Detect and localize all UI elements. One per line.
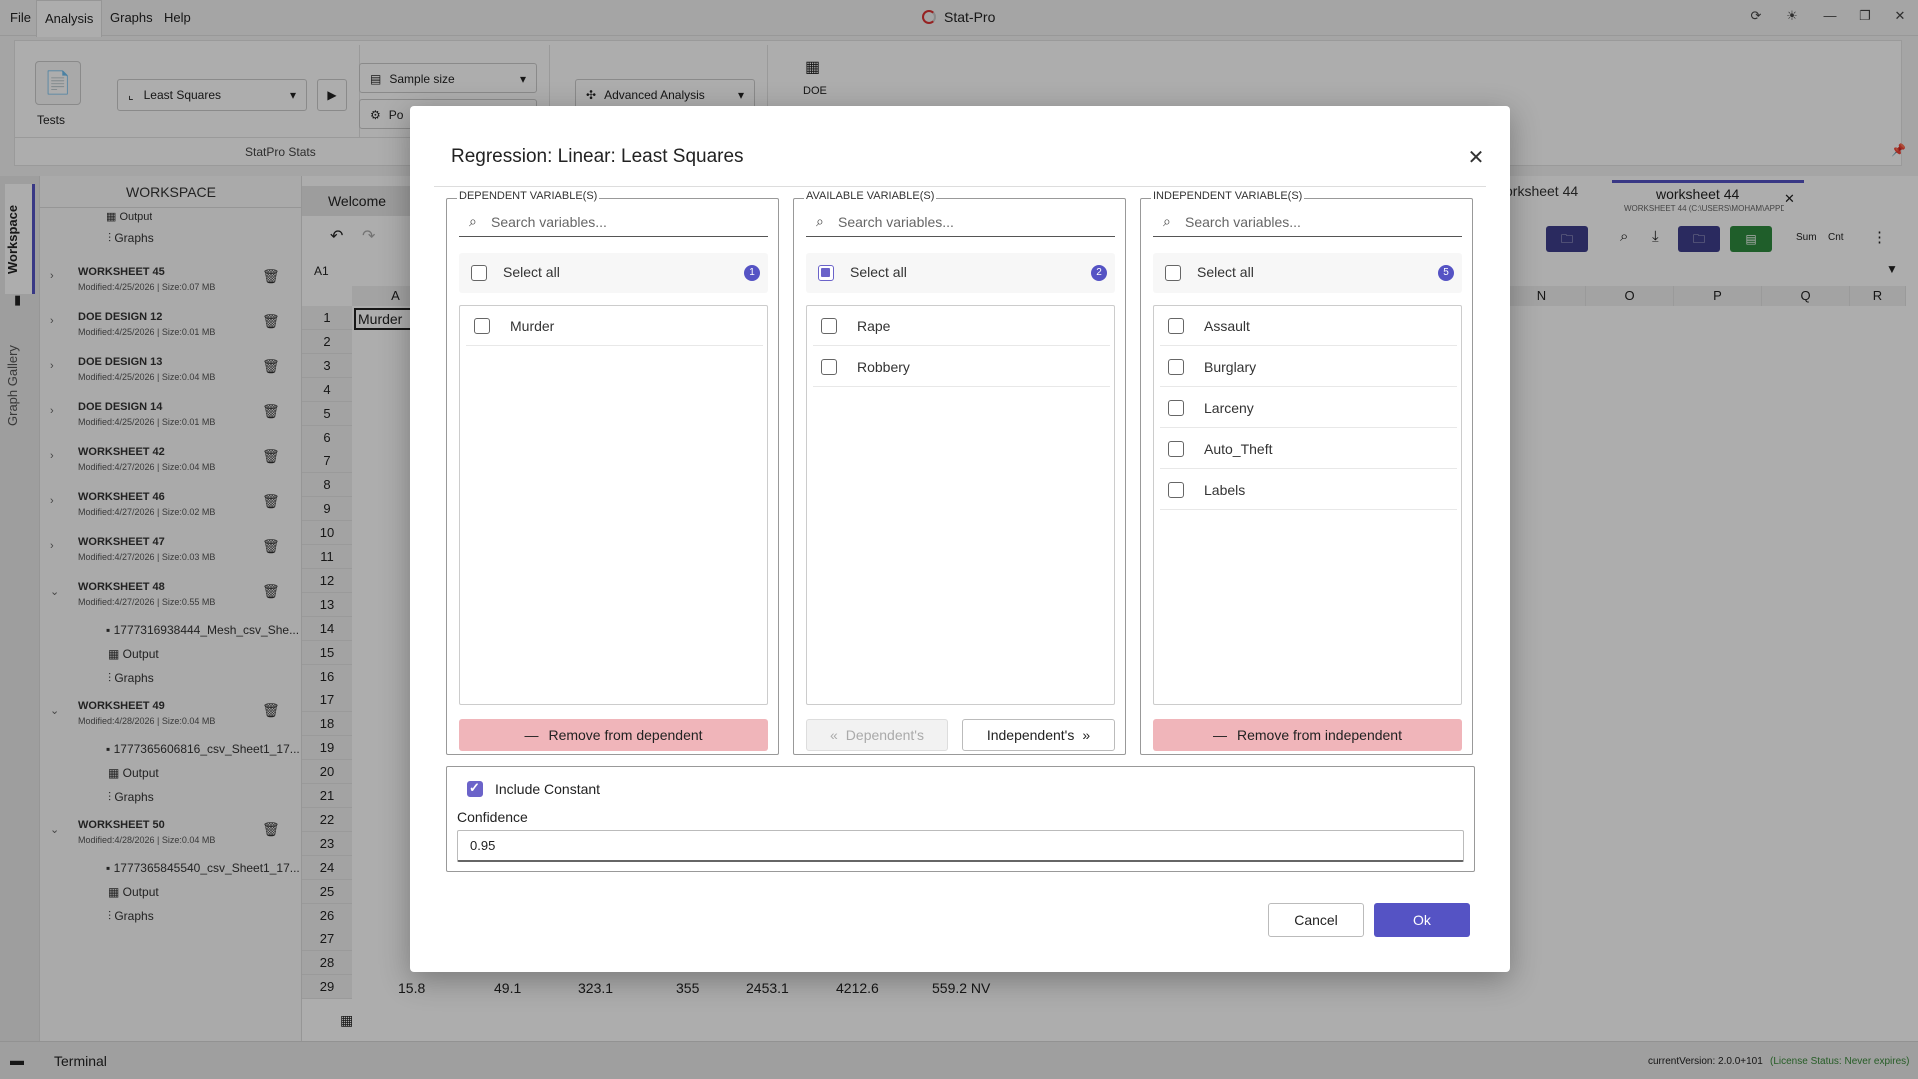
search-icon: ⌕ [469, 213, 477, 229]
close-icon[interactable]: ✕ [1464, 146, 1488, 170]
dependent-select-all-row[interactable]: Select all 1 [459, 253, 768, 293]
available-select-all-checkbox[interactable] [818, 265, 834, 281]
independent-legend: INDEPENDENT VARIABLE(S) [1151, 190, 1305, 202]
item-checkbox[interactable] [1168, 359, 1184, 375]
dependent-search[interactable]: ⌕ [459, 211, 768, 237]
regression-dialog: Regression: Linear: Least Squares ✕ DEPE… [410, 106, 1510, 972]
list-item[interactable]: Assault [1160, 306, 1457, 346]
list-item[interactable]: Burglary [1160, 347, 1457, 387]
item-checkbox[interactable] [1168, 482, 1184, 498]
minus-icon: — [1213, 727, 1227, 743]
item-checkbox[interactable] [1168, 441, 1184, 457]
item-checkbox[interactable] [821, 318, 837, 334]
list-item[interactable]: Rape [813, 306, 1110, 346]
select-all-label: Select all [503, 264, 560, 280]
item-checkbox[interactable] [1168, 318, 1184, 334]
dependent-list: Murder [459, 305, 768, 705]
available-select-all-row[interactable]: Select all 2 [806, 253, 1115, 293]
available-list: Rape Robbery [806, 305, 1115, 705]
item-checkbox[interactable] [474, 318, 490, 334]
options-panel: Include Constant Confidence 0.95 [446, 766, 1475, 872]
available-panel: AVAILABLE VARIABLE(S) ⌕ Select all 2 Rap… [793, 190, 1126, 755]
select-all-label: Select all [1197, 264, 1254, 280]
list-item[interactable]: Robbery [813, 347, 1110, 387]
independent-panel: INDEPENDENT VARIABLE(S) ⌕ Select all 5 A… [1140, 190, 1473, 755]
list-item[interactable]: Labels [1160, 470, 1457, 510]
available-legend: AVAILABLE VARIABLE(S) [804, 190, 937, 202]
select-all-label: Select all [850, 264, 907, 280]
dependent-search-input[interactable] [491, 214, 751, 230]
ok-button[interactable]: Ok [1374, 903, 1470, 937]
cancel-button[interactable]: Cancel [1268, 903, 1364, 937]
include-constant-checkbox[interactable] [467, 780, 483, 797]
double-chevron-left-icon: « [830, 727, 838, 743]
independent-search[interactable]: ⌕ [1153, 211, 1462, 237]
count-badge: 5 [1438, 265, 1454, 281]
move-to-dependent-button[interactable]: «Dependent's [806, 719, 948, 751]
remove-from-dependent-button[interactable]: — Remove from dependent [459, 719, 768, 751]
remove-from-independent-button[interactable]: — Remove from independent [1153, 719, 1462, 751]
dependent-panel: DEPENDENT VARIABLE(S) ⌕ Select all 1 Mur… [446, 190, 779, 755]
list-item[interactable]: Auto_Theft [1160, 429, 1457, 469]
double-chevron-right-icon: » [1082, 727, 1091, 743]
minus-icon: — [524, 727, 539, 743]
independent-select-all-row[interactable]: Select all 5 [1153, 253, 1462, 293]
independent-search-input[interactable] [1185, 214, 1445, 230]
search-icon: ⌕ [1163, 213, 1171, 229]
count-badge: 2 [1091, 265, 1107, 281]
available-search-input[interactable] [838, 214, 1098, 230]
dependent-select-all-checkbox[interactable] [471, 265, 487, 281]
dependent-legend: DEPENDENT VARIABLE(S) [457, 190, 600, 202]
count-badge: 1 [744, 265, 760, 281]
confidence-field[interactable]: 0.95 [457, 830, 1464, 862]
item-checkbox[interactable] [1168, 400, 1184, 416]
list-item[interactable]: Larceny [1160, 388, 1457, 428]
item-checkbox[interactable] [821, 359, 837, 375]
divider [434, 186, 1486, 187]
confidence-value: 0.95 [470, 838, 496, 853]
confidence-label: Confidence [457, 809, 528, 825]
list-item[interactable]: Murder [466, 306, 763, 346]
independent-select-all-checkbox[interactable] [1165, 265, 1181, 281]
move-to-independent-button[interactable]: Independent's» [962, 719, 1115, 751]
independent-list: Assault Burglary Larceny Auto_Theft Labe… [1153, 305, 1462, 705]
available-search[interactable]: ⌕ [806, 211, 1115, 237]
dialog-title: Regression: Linear: Least Squares [451, 146, 744, 167]
search-icon: ⌕ [816, 213, 824, 229]
include-constant-label: Include Constant [495, 781, 601, 797]
